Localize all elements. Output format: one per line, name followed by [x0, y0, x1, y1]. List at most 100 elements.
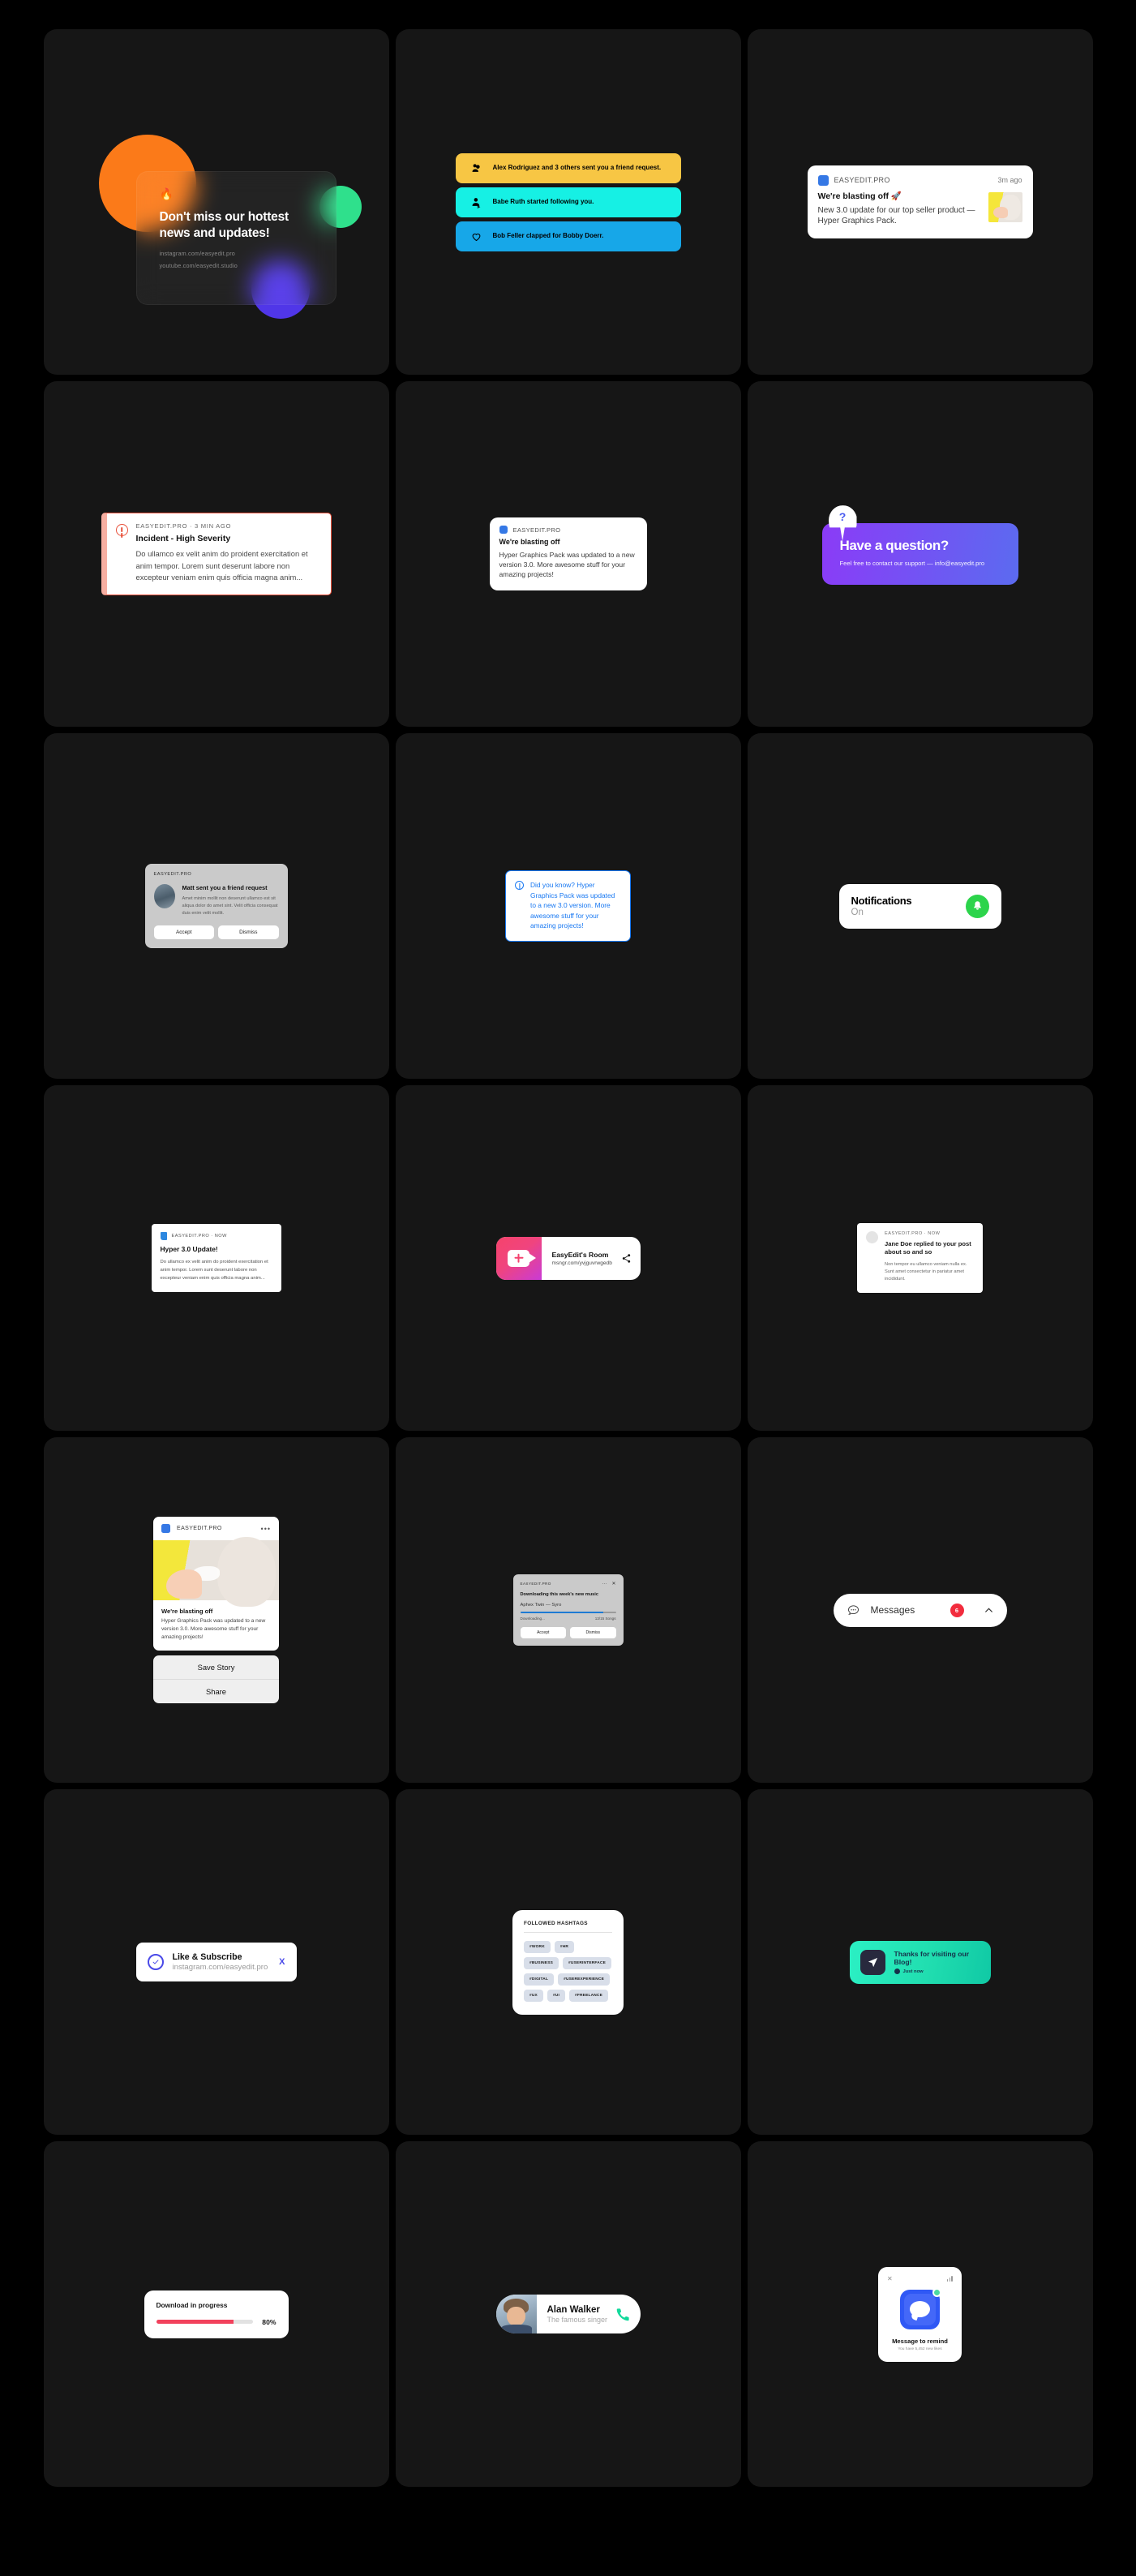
glass-link-youtube[interactable]: youtube.com/easyedit.studio — [160, 262, 313, 269]
close-icon[interactable]: ✕ — [887, 2275, 893, 2282]
incoming-call-banner[interactable]: Alan Walker The famous singer — [495, 2295, 641, 2333]
question-banner[interactable]: Have a question? Feel free to contact ou… — [821, 523, 1018, 585]
hashtag-chip[interactable]: #UX — [524, 1989, 543, 2002]
more-options-icon[interactable]: ··· — [602, 1582, 607, 1586]
card-room-invite: EasyEdit's Room msngr.com/yvjguvrwgedb — [395, 1085, 741, 1431]
action-row-clap[interactable]: Bob Feller clapped for Bobby Doerr. — [455, 221, 681, 251]
messages-bar[interactable]: Messages 6 — [833, 1593, 1007, 1627]
glass-link-instagram[interactable]: instagram.com/easyedit.pro — [160, 250, 313, 257]
notification-blasting-plain[interactable]: EASYEDIT.PRO We're blasting off Hyper Gr… — [489, 517, 647, 590]
action-row-follow[interactable]: Babe Ruth started following you. — [455, 187, 681, 217]
notification-blasting-rich[interactable]: EASYEDIT.PRO 3m ago We're blasting off 🚀… — [807, 165, 1033, 239]
hashtag-chip[interactable]: #USEREXPERIENCE — [558, 1973, 611, 1986]
hashtag-chip[interactable]: #BUSINESS — [524, 1956, 559, 1969]
hashtag-chip[interactable]: #WORK — [524, 1940, 551, 1953]
app-icon — [817, 174, 829, 186]
hashtag-chip[interactable]: #DIGITAL — [524, 1973, 555, 1986]
timestamp: Just now — [902, 1968, 924, 1974]
card-blasting-off-rich: EASYEDIT.PRO 3m ago We're blasting off 🚀… — [747, 29, 1093, 375]
messages-label: Messages — [870, 1604, 915, 1616]
window-controls: ··· ✕ — [602, 1581, 615, 1587]
notification-room[interactable]: EasyEdit's Room msngr.com/yvjguvrwgedb — [495, 1236, 641, 1280]
room-details: EasyEdit's Room msngr.com/yvjguvrwgedb — [542, 1237, 641, 1280]
did-you-know-text: Did you know? Hyper Graphics Pack was up… — [530, 881, 615, 930]
download-title: Downloading this week's new music — [520, 1592, 598, 1597]
signal-bar — [951, 2275, 953, 2282]
brand-label: EASYEDIT.PRO — [153, 871, 192, 877]
signal-icon — [946, 2275, 953, 2282]
notification-title: We're blasting off 🚀 — [817, 191, 902, 201]
notification-jane-doe[interactable]: EASYEDIT.PRO · NOW Jane Doe replied to y… — [857, 1222, 983, 1294]
download-progress-panel[interactable]: Download in progress 80% — [144, 2290, 289, 2338]
card-did-you-know: Did you know? Hyper Graphics Pack was up… — [395, 733, 741, 1079]
phone-icon[interactable] — [615, 2307, 631, 2322]
dismiss-button[interactable]: Dismiss — [570, 1627, 616, 1638]
notifications-title: Notifications — [851, 895, 912, 907]
glass-title: Don't miss our hottest news and updates! — [159, 210, 289, 241]
caller-name: Alan Walker — [547, 2304, 600, 2315]
card-glass-news: 🔥 Don't miss our hottest news and update… — [43, 29, 389, 375]
accept-button[interactable]: Accept — [153, 925, 214, 940]
story-actions: Save Story Share — [153, 1655, 279, 1703]
notification-header: EASYEDIT.PRO — [499, 526, 637, 535]
action-row-label: Babe Ruth started following you. — [492, 198, 594, 206]
preview-thumbnail — [988, 191, 1022, 222]
caller-info: Alan Walker The famous singer — [537, 2295, 641, 2333]
signal-bar — [946, 2278, 949, 2282]
close-icon[interactable]: X — [279, 1957, 285, 1967]
hashtag-chip[interactable]: #FREELANCE — [569, 1989, 608, 2002]
progress-fill — [520, 1612, 604, 1613]
jane-doe-text: EASYEDIT.PRO · NOW Jane Doe replied to y… — [885, 1231, 974, 1283]
dismiss-button[interactable]: Dismiss — [218, 925, 279, 940]
share-button[interactable]: Share — [153, 1678, 279, 1703]
download-actions: Accept Dismiss — [520, 1627, 616, 1638]
hashtag-chip[interactable]: #HR — [554, 1940, 575, 1953]
save-story-button[interactable]: Save Story — [153, 1655, 279, 1679]
notification-body: Hyper Graphics Pack was updated to a new… — [499, 551, 635, 579]
card-story: EASYEDIT.PRO ••• We're blasting off Hype… — [43, 1437, 389, 1783]
share-icon[interactable] — [621, 1253, 632, 1264]
like-subscribe-url[interactable]: instagram.com/easyedit.pro — [173, 1963, 268, 1972]
plus-icon — [514, 1252, 523, 1264]
notification-friend-request[interactable]: EASYEDIT.PRO Matt sent you a friend requ… — [144, 863, 288, 949]
friend-request-text: Matt sent you a friend request Amet mini… — [182, 884, 279, 917]
room-url[interactable]: msngr.com/yvjguvrwgedb — [552, 1260, 612, 1266]
like-subscribe-text: Like & Subscribe instagram.com/easyedit.… — [173, 1952, 268, 1972]
hashtag-chip[interactable]: #USERINTERFACE — [563, 1956, 611, 1969]
divider — [524, 1931, 612, 1933]
flag-icon — [160, 1231, 167, 1240]
face-shape — [506, 2307, 525, 2326]
card-jane-doe-reply: EASYEDIT.PRO · NOW Jane Doe replied to y… — [747, 1085, 1093, 1431]
incident-text: EASYEDIT.PRO · 3 MIN AGO Incident - High… — [136, 522, 320, 584]
app-icon — [161, 1524, 170, 1534]
story-body: Hyper Graphics Pack was updated to a new… — [161, 1618, 266, 1640]
follower-icon — [470, 196, 482, 208]
accept-button[interactable]: Accept — [520, 1627, 566, 1638]
hand-shape — [166, 1569, 202, 1599]
chevron-up-icon[interactable] — [984, 1605, 994, 1616]
incident-meta: EASYEDIT.PRO · 3 MIN AGO — [135, 522, 232, 530]
download-progress-bar — [520, 1612, 616, 1613]
body-shape — [500, 2325, 532, 2333]
hashtag-chip[interactable]: #UI — [547, 1989, 566, 2002]
brand-label: EASYEDIT.PRO — [177, 1526, 222, 1532]
close-icon[interactable]: ✕ — [611, 1581, 615, 1586]
notification-did-you-know[interactable]: Did you know? Hyper Graphics Pack was up… — [505, 870, 631, 942]
notification-music-download[interactable]: EASYEDIT.PRO ··· ✕ Downloading this week… — [512, 1574, 624, 1646]
reminder-popup[interactable]: ✕ Message to remind You have 5,452 new l… — [878, 2266, 962, 2362]
hyper-body: Do ullamco ex velit anim do proident exe… — [160, 1259, 268, 1282]
like-subscribe-banner[interactable]: Like & Subscribe instagram.com/easyedit.… — [135, 1943, 297, 1981]
notification-incident[interactable]: EASYEDIT.PRO · 3 MIN AGO Incident - High… — [101, 513, 332, 595]
glass-notification[interactable]: 🔥 Don't miss our hottest news and update… — [135, 171, 337, 305]
card-like-subscribe: Like & Subscribe instagram.com/easyedit.… — [43, 1789, 389, 2135]
thanks-blog-banner[interactable]: Thanks for visiting our Blog! Just now — [849, 1940, 991, 1984]
more-options-icon[interactable]: ••• — [261, 1525, 271, 1533]
hyper-title: Hyper 3.0 Update! — [160, 1244, 218, 1253]
action-row-friend-request[interactable]: Alex Rodriguez and 3 others sent you a f… — [455, 152, 681, 183]
card-hyper-update: EASYEDIT.PRO · NOW Hyper 3.0 Update! Do … — [43, 1085, 389, 1431]
notifications-row[interactable]: Notifications On — [838, 883, 1001, 929]
story-card[interactable]: EASYEDIT.PRO ••• We're blasting off Hype… — [153, 1517, 279, 1651]
bell-icon[interactable] — [965, 894, 989, 918]
friend-request-body: Matt sent you a friend request Amet mini… — [153, 883, 279, 917]
notification-hyper-update[interactable]: EASYEDIT.PRO · NOW Hyper 3.0 Update! Do … — [151, 1223, 281, 1293]
